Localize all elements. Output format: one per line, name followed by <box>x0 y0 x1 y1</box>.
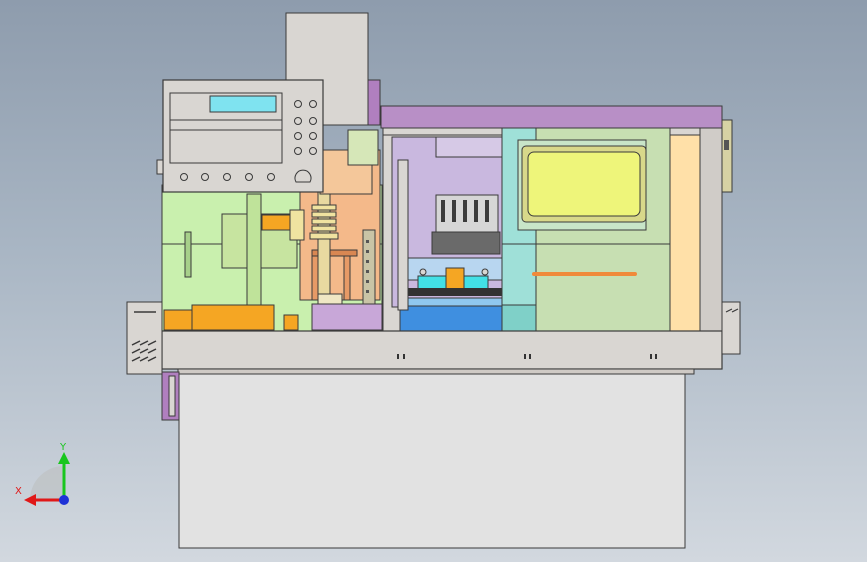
orange-base-mid <box>191 304 275 331</box>
y-axis-label: Y <box>60 442 67 453</box>
bracket-box <box>347 129 379 166</box>
axis-triad <box>24 452 70 506</box>
peach-side-panel <box>669 134 701 332</box>
salmon-rail-right <box>343 254 351 301</box>
y-axis-arrow <box>58 452 70 464</box>
z-axis-dot <box>59 495 69 505</box>
panel-side-tab <box>156 159 164 175</box>
machine-bed <box>161 330 723 370</box>
panel-knob <box>294 169 312 183</box>
orange-base-left <box>163 309 193 331</box>
right-handle-slot <box>724 140 729 150</box>
chamber-top-band <box>435 136 503 158</box>
left-vent-block <box>126 301 163 375</box>
blue-base-top <box>399 297 506 307</box>
x-axis-label: X <box>15 486 22 497</box>
machine-drawing <box>24 12 741 549</box>
orange-base-right <box>283 314 299 331</box>
door-window <box>527 151 641 217</box>
bed-skirt <box>177 368 695 375</box>
chuck-dark <box>402 288 504 296</box>
purple-foot <box>311 303 383 331</box>
spindle-collar <box>317 293 343 305</box>
upper-housing-magenta <box>380 105 723 129</box>
panel-screen <box>209 95 277 113</box>
spindle-nut <box>289 209 305 241</box>
door-lower-teal <box>501 304 537 332</box>
left-clamp-bar <box>397 159 409 311</box>
right-column <box>699 127 723 334</box>
left-slot <box>184 231 192 278</box>
spindle-rings <box>309 204 339 240</box>
blue-base-plate <box>399 304 506 332</box>
left-leg-inner <box>168 375 176 417</box>
fixture-dark-plate <box>431 231 501 255</box>
right-handle <box>721 119 733 193</box>
tower-magenta-strip <box>367 79 381 126</box>
cad-viewport[interactable]: Y X <box>0 0 867 562</box>
base-cabinet <box>178 371 686 549</box>
x-axis-arrow <box>24 494 36 506</box>
